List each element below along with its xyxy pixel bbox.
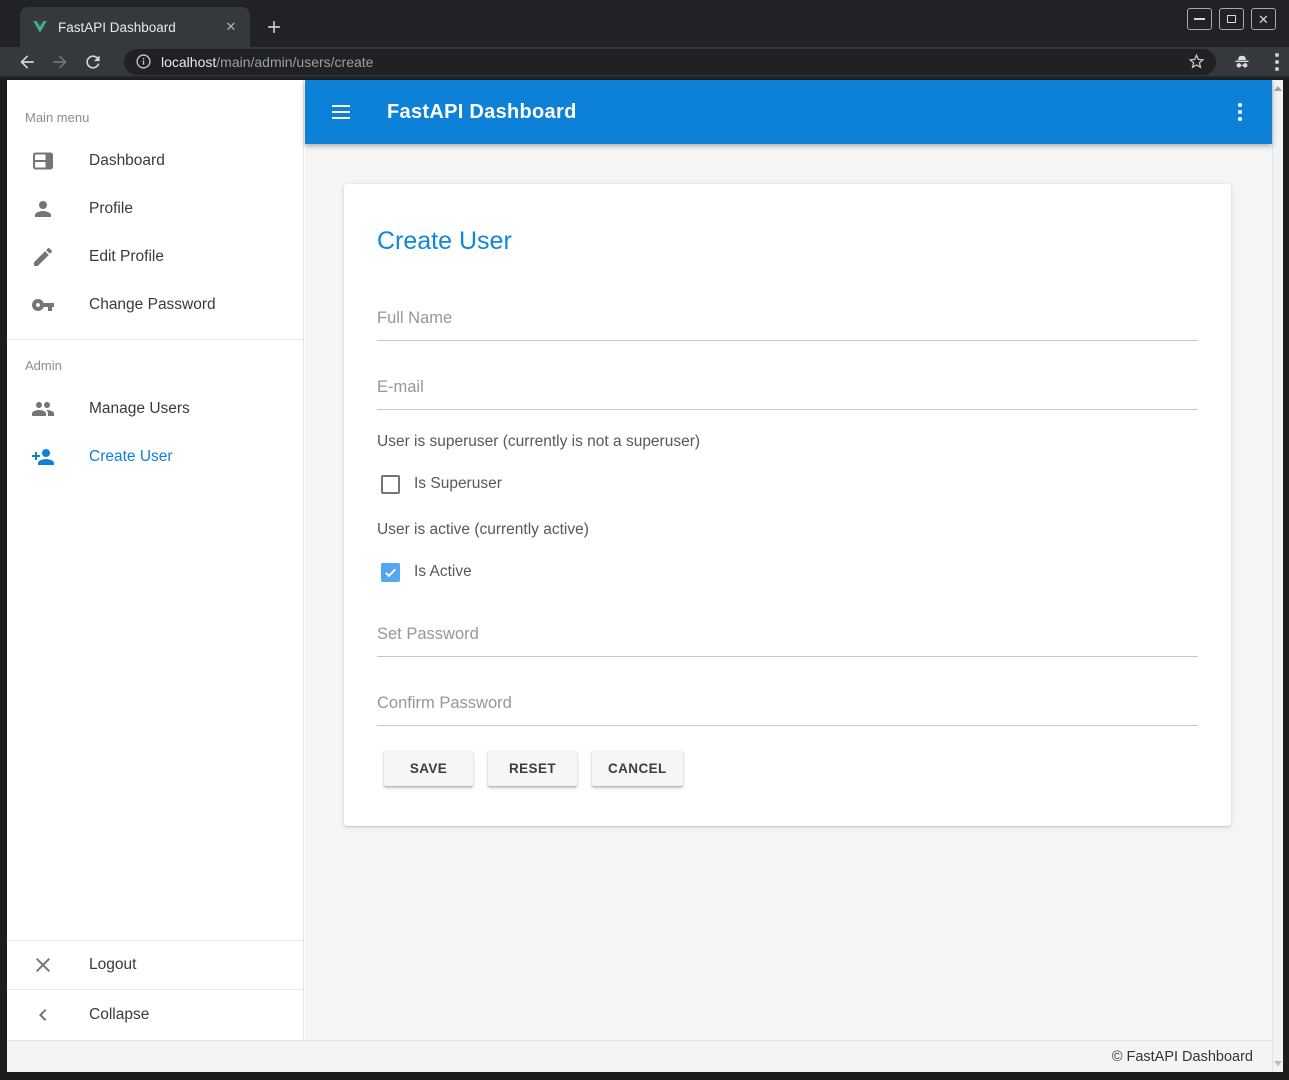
- minimize-button[interactable]: [1187, 8, 1212, 30]
- sidebar-item-create-user[interactable]: Create User: [7, 433, 303, 481]
- cancel-button[interactable]: CANCEL: [592, 750, 683, 786]
- plus-icon: [264, 17, 284, 37]
- tab-title: FastAPI Dashboard: [58, 20, 222, 35]
- active-checkbox-label: Is Active: [414, 563, 472, 581]
- main-area: FastAPI Dashboard Create User User is su…: [305, 80, 1272, 1040]
- sidebar-item-label: Edit Profile: [89, 248, 164, 266]
- sidebar-item-manage-users[interactable]: Manage Users: [7, 385, 303, 433]
- person-icon: [31, 197, 55, 221]
- new-tab-button[interactable]: [262, 15, 286, 39]
- app-menu-button[interactable]: [1228, 100, 1252, 124]
- page-title: Create User: [377, 226, 1198, 256]
- people-icon: [31, 397, 55, 421]
- check-icon: [383, 565, 398, 580]
- tab-close-icon[interactable]: ✕: [222, 18, 240, 36]
- pencil-icon: [31, 245, 55, 269]
- sidebar-item-dashboard[interactable]: Dashboard: [7, 137, 303, 185]
- back-icon[interactable]: [17, 52, 37, 72]
- page-scrollbar[interactable]: [1272, 80, 1283, 1072]
- sidebar-item-label: Profile: [89, 200, 133, 218]
- checkbox-unchecked-icon[interactable]: [381, 475, 400, 494]
- app-toolbar: FastAPI Dashboard: [305, 80, 1272, 144]
- minimize-icon: [1194, 18, 1205, 20]
- sidebar-item-label: Dashboard: [89, 152, 165, 170]
- info-icon[interactable]: [135, 53, 152, 70]
- email-field-wrap: [377, 377, 1198, 410]
- key-icon: [31, 293, 55, 317]
- web-page: Main menu Dashboard Profile Edit Profile: [7, 80, 1283, 1072]
- sidebar-section-header: Admin: [7, 340, 303, 385]
- maximize-button[interactable]: [1219, 8, 1244, 30]
- hamburger-menu-icon[interactable]: [329, 100, 353, 124]
- content-area: Create User User is superuser (currently…: [305, 144, 1272, 1040]
- star-icon[interactable]: [1187, 52, 1206, 71]
- url-path: /main/admin/users/create: [216, 54, 373, 70]
- maximize-icon: [1227, 15, 1236, 23]
- sidebar: Main menu Dashboard Profile Edit Profile: [7, 80, 304, 1040]
- full-name-field-wrap: [377, 308, 1198, 341]
- close-icon: [31, 953, 55, 977]
- url-host: localhost: [161, 54, 216, 70]
- url-text: localhost/main/admin/users/create: [161, 54, 373, 70]
- reset-button[interactable]: RESET: [488, 750, 577, 786]
- incognito-icon: [1232, 52, 1252, 72]
- active-hint: User is active (currently active): [377, 520, 1198, 540]
- sidebar-item-label: Logout: [89, 956, 136, 974]
- sidebar-section-header: Main menu: [7, 80, 303, 137]
- sidebar-item-label: Create User: [89, 448, 173, 466]
- browser-menu-button[interactable]: [1265, 50, 1289, 74]
- page-footer: © FastAPI Dashboard: [7, 1040, 1272, 1072]
- set-password-field-wrap: [377, 624, 1198, 657]
- sidebar-item-label: Manage Users: [89, 400, 190, 418]
- menu-dots-icon: [1275, 53, 1279, 57]
- reload-icon[interactable]: [83, 52, 103, 72]
- confirm-password-input[interactable]: [377, 693, 1198, 713]
- dashboard-icon: [31, 149, 55, 173]
- superuser-hint: User is superuser (currently is not a su…: [377, 432, 1198, 452]
- vue-logo-icon: [32, 19, 48, 35]
- active-checkbox-row[interactable]: Is Active: [377, 560, 1198, 584]
- scroll-down-arrow-icon[interactable]: [1274, 1061, 1282, 1066]
- sidebar-item-profile[interactable]: Profile: [7, 185, 303, 233]
- checkbox-checked-icon[interactable]: [381, 563, 400, 582]
- app-title: FastAPI Dashboard: [387, 101, 577, 124]
- forward-icon[interactable]: [50, 52, 70, 72]
- sidebar-item-label: Change Password: [89, 296, 216, 314]
- chevron-left-icon: [31, 1003, 55, 1027]
- email-input[interactable]: [377, 377, 1198, 397]
- browser-tabstrip: FastAPI Dashboard ✕ ✕: [0, 0, 1289, 47]
- close-icon: ✕: [1258, 13, 1269, 26]
- confirm-password-field-wrap: [377, 693, 1198, 726]
- set-password-input[interactable]: [377, 624, 1198, 644]
- browser-tab[interactable]: FastAPI Dashboard ✕: [20, 7, 250, 47]
- sidebar-item-label: Collapse: [89, 1006, 149, 1024]
- browser-toolbar: localhost/main/admin/users/create: [0, 47, 1289, 78]
- scroll-up-arrow-icon[interactable]: [1274, 86, 1282, 91]
- person-add-icon: [31, 445, 55, 469]
- sidebar-item-collapse[interactable]: Collapse: [7, 990, 303, 1040]
- sidebar-item-logout[interactable]: Logout: [7, 941, 303, 989]
- button-row: SAVE RESET CANCEL: [384, 750, 1198, 786]
- full-name-input[interactable]: [377, 308, 1198, 328]
- copyright-text: © FastAPI Dashboard: [1112, 1049, 1253, 1065]
- close-window-button[interactable]: ✕: [1251, 8, 1276, 30]
- create-user-card: Create User User is superuser (currently…: [344, 184, 1231, 826]
- sidebar-item-change-password[interactable]: Change Password: [7, 281, 303, 329]
- address-bar[interactable]: localhost/main/admin/users/create: [124, 49, 1216, 75]
- sidebar-bottom: Logout Collapse: [7, 940, 303, 1040]
- menu-dots-icon: [1238, 103, 1242, 107]
- save-button[interactable]: SAVE: [384, 750, 473, 786]
- window-controls: ✕: [1187, 8, 1276, 30]
- superuser-checkbox-label: Is Superuser: [414, 475, 502, 493]
- sidebar-item-edit-profile[interactable]: Edit Profile: [7, 233, 303, 281]
- superuser-checkbox-row[interactable]: Is Superuser: [377, 472, 1198, 496]
